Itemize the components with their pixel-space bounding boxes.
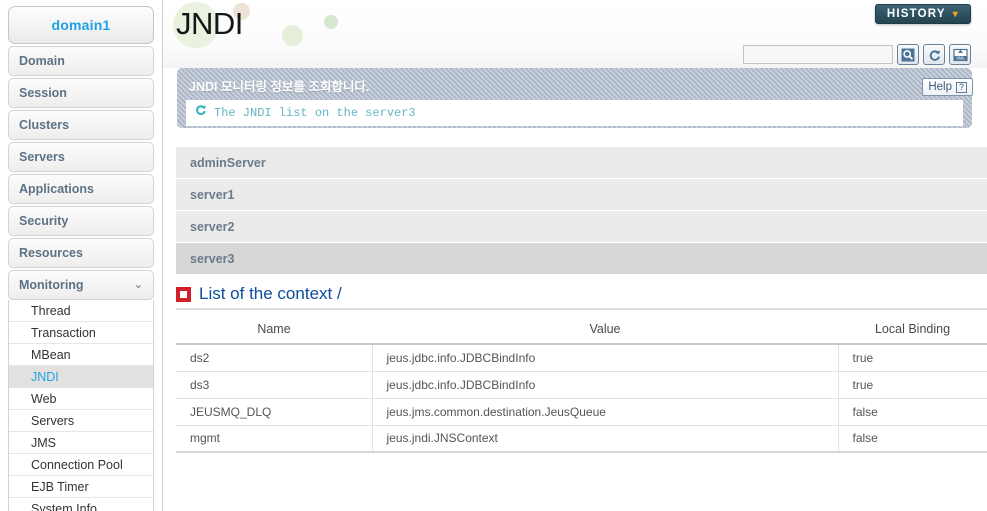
- submenu-item-web[interactable]: Web: [9, 388, 153, 410]
- info-banner: JNDI 모니터링 정보를 조회합니다. The JNDI list on th…: [177, 68, 972, 128]
- svg-text:XML: XML: [956, 55, 965, 60]
- domain-label: domain1: [51, 17, 111, 33]
- help-button[interactable]: Help ?: [922, 78, 973, 96]
- sidebar-item-label: Servers: [19, 150, 65, 164]
- column-header: Local Binding: [838, 316, 987, 345]
- cell-name: JEUSMQ_DLQ: [176, 398, 373, 426]
- cell-name: ds2: [176, 344, 373, 372]
- cell-local-binding: true: [838, 344, 987, 372]
- sidebar-item-resources[interactable]: Resources: [8, 238, 154, 268]
- context-heading-text: List of the context /: [199, 284, 342, 303]
- context-table: Name Value Local Binding ds2 jeus.jdbc.info…: [176, 316, 987, 453]
- table-row: JEUSMQ_DLQ jeus.jms.common.destination.Je…: [176, 398, 987, 426]
- cell-name: ds3: [176, 371, 373, 399]
- submenu-item-jms[interactable]: JMS: [9, 432, 153, 454]
- sidebar-item-label: Monitoring: [19, 278, 84, 292]
- history-button[interactable]: HISTORY ▾: [874, 4, 971, 24]
- banner-message: The JNDI list on the server3: [214, 106, 416, 120]
- chevron-down-icon: ⌄: [133, 278, 143, 291]
- column-header: Name: [176, 316, 372, 345]
- chevron-down-icon: ▾: [952, 8, 959, 20]
- submenu-item-ejb-timer[interactable]: EJB Timer: [9, 476, 153, 498]
- table-header-row: Name Value Local Binding: [176, 316, 987, 345]
- cell-value: jeus.jdbc.info.JDBCBindInfo: [372, 371, 839, 399]
- cell-local-binding: false: [838, 425, 987, 453]
- sidebar-nav: Domain Session Clusters Servers Applications…: [0, 46, 162, 300]
- decorative-circle-green-small: [324, 15, 338, 29]
- banner-message-box: The JNDI list on the server3: [186, 100, 963, 126]
- submenu-item-thread[interactable]: Thread: [9, 300, 153, 322]
- xml-export-icon: XML: [952, 48, 968, 62]
- sidebar-item-label: Security: [19, 214, 69, 228]
- sidebar-item-security[interactable]: Security: [8, 206, 154, 236]
- context-table-body: ds2 jeus.jdbc.info.JDBCBindInfo true ds3 jeu…: [176, 344, 987, 453]
- page-header: JNDI HISTORY ▾ XML: [163, 0, 987, 68]
- sidebar: domain1 Domain Session Clusters Servers Appl…: [0, 0, 163, 511]
- refresh-button[interactable]: [923, 44, 945, 65]
- sidebar-item-monitoring[interactable]: Monitoring ⌄: [8, 270, 154, 300]
- context-table-head: Name Value Local Binding: [176, 316, 987, 345]
- table-row: ds3 jeus.jdbc.info.JDBCBindInfo true: [176, 371, 987, 399]
- page-logo-title: JNDI: [176, 6, 243, 41]
- table-row: ds2 jeus.jdbc.info.JDBCBindInfo true: [176, 344, 987, 372]
- submenu-item-transaction[interactable]: Transaction: [9, 322, 153, 344]
- sidebar-item-label: Resources: [19, 246, 83, 260]
- server-list: adminServer server1 server2 server3: [176, 147, 987, 275]
- sidebar-item-label: Clusters: [19, 118, 70, 132]
- cell-value: jeus.jndi.JNSContext: [372, 425, 839, 453]
- section-marker-icon: [176, 286, 191, 302]
- cell-value: jeus.jdbc.info.JDBCBindInfo: [372, 344, 839, 372]
- search-bar: XML: [743, 44, 971, 65]
- history-button-label: HISTORY: [886, 8, 946, 20]
- submenu-item-servers[interactable]: Servers: [9, 410, 153, 432]
- refresh-icon: [927, 48, 942, 62]
- cell-value: jeus.jms.common.destination.JeusQueue: [372, 398, 839, 426]
- submenu-item-connection-pool[interactable]: Connection Pool: [9, 454, 153, 476]
- sidebar-submenu: Thread Transaction MBean JNDI Web Servers JMS C…: [8, 300, 154, 511]
- cell-name: mgmt: [176, 425, 373, 453]
- submenu-item-jndi[interactable]: JNDI: [9, 366, 153, 388]
- refresh-icon: [194, 104, 207, 122]
- sidebar-item-clusters[interactable]: Clusters: [8, 110, 154, 140]
- sidebar-item-session[interactable]: Session: [8, 78, 154, 108]
- banner-title: JNDI 모니터링 정보를 조회합니다.: [189, 80, 370, 94]
- context-heading: List of the context /: [176, 284, 987, 310]
- sidebar-item-servers[interactable]: Servers: [8, 142, 154, 172]
- server-row[interactable]: server3: [176, 243, 987, 275]
- sidebar-item-domain[interactable]: Domain: [8, 46, 154, 76]
- column-header: Value: [372, 316, 838, 345]
- sidebar-item-label: Session: [19, 86, 67, 100]
- xml-export-button[interactable]: XML: [949, 44, 971, 65]
- cell-local-binding: true: [838, 371, 987, 399]
- question-mark-icon: ?: [956, 81, 967, 93]
- submenu-item-mbean[interactable]: MBean: [9, 344, 153, 366]
- table-row: mgmt jeus.jndi.JNSContext false: [176, 425, 987, 453]
- sidebar-item-label: Domain: [19, 54, 65, 68]
- server-row[interactable]: server2: [176, 211, 987, 243]
- search-icon: [901, 48, 915, 62]
- sidebar-item-label: Applications: [19, 182, 95, 196]
- server-row[interactable]: server1: [176, 179, 987, 211]
- domain-selector[interactable]: domain1: [8, 6, 154, 44]
- search-button[interactable]: [897, 44, 919, 65]
- server-row[interactable]: adminServer: [176, 147, 987, 179]
- cell-local-binding: false: [838, 398, 987, 426]
- submenu-item-system-info[interactable]: System Info: [9, 498, 153, 511]
- help-button-label: Help: [928, 81, 952, 93]
- decorative-circle-green-medium: [282, 25, 303, 46]
- sidebar-item-applications[interactable]: Applications: [8, 174, 154, 204]
- search-input[interactable]: [743, 45, 893, 64]
